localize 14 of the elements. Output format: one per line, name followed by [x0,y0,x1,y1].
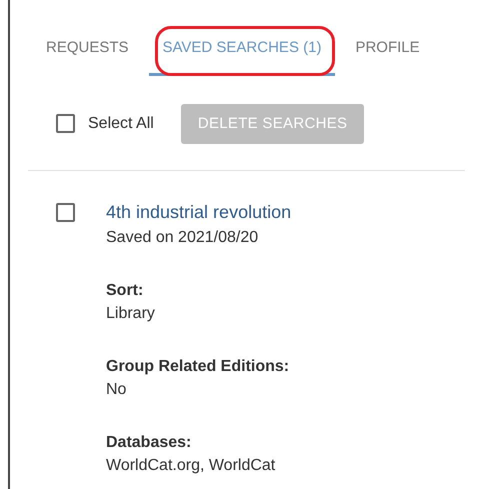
tab[interactable]: REQUESTS [34,26,141,76]
field-value: No [106,381,126,398]
field-label: Sort: [106,282,144,299]
saved-date: Saved on 2021/08/20 [106,229,258,246]
field-label: Group Related Editions: [106,358,290,375]
field-value: WorldCat.org, WorldCat [106,457,276,474]
field-value: Library [106,305,155,322]
checkbox[interactable] [56,203,75,222]
checkbox-label[interactable]: Select All [88,112,154,136]
tab[interactable]: PROFILE [343,26,432,76]
search-title-link[interactable]: 4th industrial revolution [106,202,292,222]
tab[interactable]: SAVED SEARCHES (1) [148,26,336,76]
checkbox[interactable] [56,114,75,134]
field-label: Databases: [106,434,192,451]
